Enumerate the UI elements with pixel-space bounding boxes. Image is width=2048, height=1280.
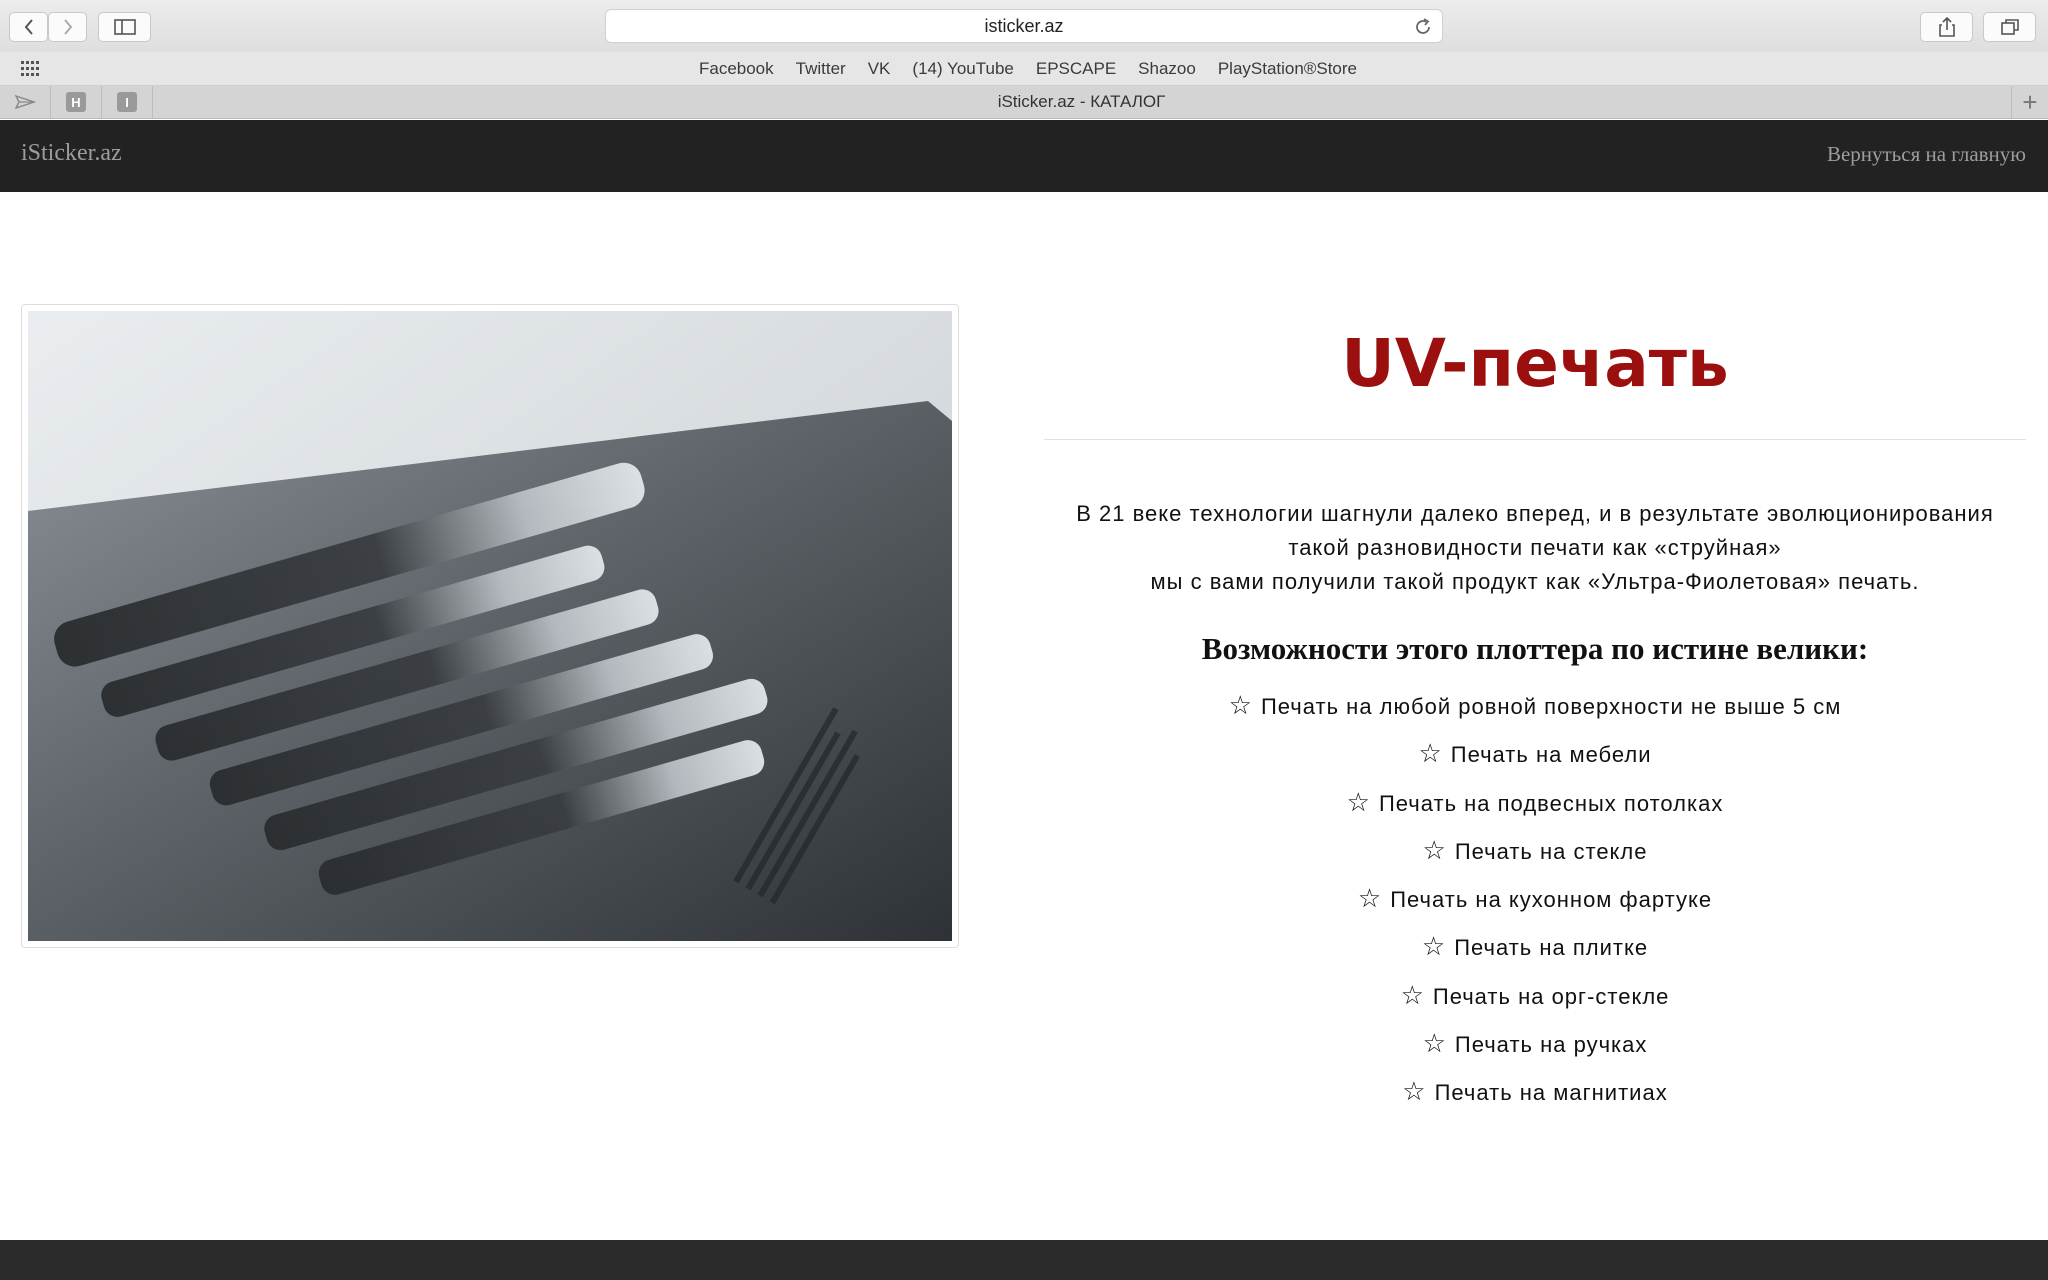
share-button[interactable] <box>1920 12 1973 42</box>
bookmark-vk[interactable]: VK <box>868 59 891 79</box>
pinned-tab-i[interactable]: I <box>102 86 153 118</box>
star-icon: ☆ <box>1228 690 1253 720</box>
url-text: isticker.az <box>984 15 1064 36</box>
pinned-tab-h[interactable]: H <box>51 86 102 118</box>
star-icon: ☆ <box>1346 786 1371 817</box>
list-item: ☆ Печать на ручках <box>1044 1028 2026 1076</box>
forward-button[interactable] <box>48 12 87 42</box>
product-image-frame <box>21 304 959 948</box>
feature-text: Печать на орг-стекле <box>1432 983 1670 1009</box>
tab-active[interactable]: iSticker.az - КАТАЛОГ <box>155 86 2008 118</box>
tabs-overview-button[interactable] <box>1983 12 2036 42</box>
chevron-right-icon <box>63 19 72 35</box>
sidebar-button[interactable] <box>98 12 151 42</box>
list-item: ☆ Печать на стекле <box>1044 835 2026 883</box>
page-title: UV-печать <box>1341 325 1729 402</box>
list-item: ☆ Печать на плитке <box>1044 931 2026 979</box>
site-brand-link[interactable]: iSticker.az <box>21 140 122 167</box>
tab-bar: H I iSticker.az - КАТАЛОГ + <box>0 86 2048 119</box>
share-icon <box>1938 16 1955 37</box>
tabs-icon <box>2000 19 2019 35</box>
pinned-tab-h-icon: H <box>66 92 86 112</box>
bookmark-list: Facebook Twitter VK (14) YouTube EPSCAPE… <box>0 52 2048 86</box>
bookmarks-bar: Facebook Twitter VK (14) YouTube EPSCAPE… <box>0 52 2048 86</box>
star-icon: ☆ <box>1402 1076 1427 1107</box>
feature-text: Печать на магнитиах <box>1434 1080 1668 1106</box>
bookmark-shazoo[interactable]: Shazoo <box>1138 59 1196 79</box>
star-icon: ☆ <box>1400 979 1425 1010</box>
feature-text: Печать на кухонном фартуке <box>1390 887 1713 913</box>
star-icon: ☆ <box>1422 1028 1447 1059</box>
list-item: ☆ Печать на мебели <box>1044 738 2026 786</box>
feature-text: Печать на любой ровной поверхности не вы… <box>1260 694 1842 719</box>
star-icon: ☆ <box>1357 883 1383 914</box>
list-item: ☆ Печать на кухонном фартуке <box>1044 883 2026 931</box>
title-divider <box>1044 439 2026 440</box>
site-navbar: iSticker.az Вернуться на главную <box>0 120 2048 192</box>
address-bar[interactable]: isticker.az <box>605 9 1443 43</box>
uv-print-sample-image <box>28 311 952 941</box>
bookmark-facebook[interactable]: Facebook <box>699 59 774 79</box>
site-footer <box>0 1240 2048 1280</box>
capabilities-list: ☆ Печать на любой ровной поверхности не в… <box>1044 690 2026 1125</box>
feature-text: Печать на подвесных потолках <box>1378 790 1724 816</box>
star-icon: ☆ <box>1418 738 1443 769</box>
browser-toolbar: isticker.az <box>0 0 2048 52</box>
sidebar-icon <box>113 19 136 35</box>
bookmark-playstation-store[interactable]: PlayStation®Store <box>1218 59 1357 79</box>
feature-text: Печать на ручках <box>1454 1032 1648 1058</box>
new-tab-button[interactable]: + <box>2011 86 2048 118</box>
back-home-link[interactable]: Вернуться на главную <box>1827 142 2026 167</box>
pinned-tab-plane[interactable] <box>0 86 51 118</box>
feature-text: Печать на плитке <box>1454 935 1649 961</box>
back-button[interactable] <box>9 12 48 42</box>
list-item: ☆ Печать на орг-стекле <box>1044 980 2026 1028</box>
intro-paragraph: В 21 веке технологии шагнули далеко впер… <box>1044 497 2026 599</box>
pinned-tab-i-icon: I <box>117 92 137 112</box>
list-item: ☆ Печать на магнитиах <box>1044 1076 2026 1124</box>
reload-icon[interactable] <box>1412 16 1434 38</box>
bookmark-epscape[interactable]: EPSCAPE <box>1036 59 1116 79</box>
list-item: ☆ Печать на подвесных потолках <box>1044 787 2026 835</box>
feature-text: Печать на стекле <box>1454 838 1648 864</box>
chevron-left-icon <box>24 19 33 35</box>
intro-line: мы с вами получили такой продукт как «Ул… <box>1150 569 1920 594</box>
list-item: ☆ Печать на любой ровной поверхности не в… <box>1044 690 2026 738</box>
tab-title: iSticker.az - КАТАЛОГ <box>997 92 1166 111</box>
intro-line: такой разновидности печати как «струйная… <box>1288 535 1782 560</box>
star-icon: ☆ <box>1422 834 1447 865</box>
intro-line: В 21 веке технологии шагнули далеко впер… <box>1076 501 1994 526</box>
capabilities-heading: Возможности этого плоттера по истине вел… <box>1201 631 1869 666</box>
star-icon: ☆ <box>1421 931 1447 962</box>
feature-text: Печать на мебели <box>1450 742 1652 768</box>
plus-icon: + <box>2022 87 2038 117</box>
bookmark-twitter[interactable]: Twitter <box>796 59 846 79</box>
paper-plane-icon <box>14 94 36 110</box>
bookmark-youtube[interactable]: (14) YouTube <box>912 59 1013 79</box>
